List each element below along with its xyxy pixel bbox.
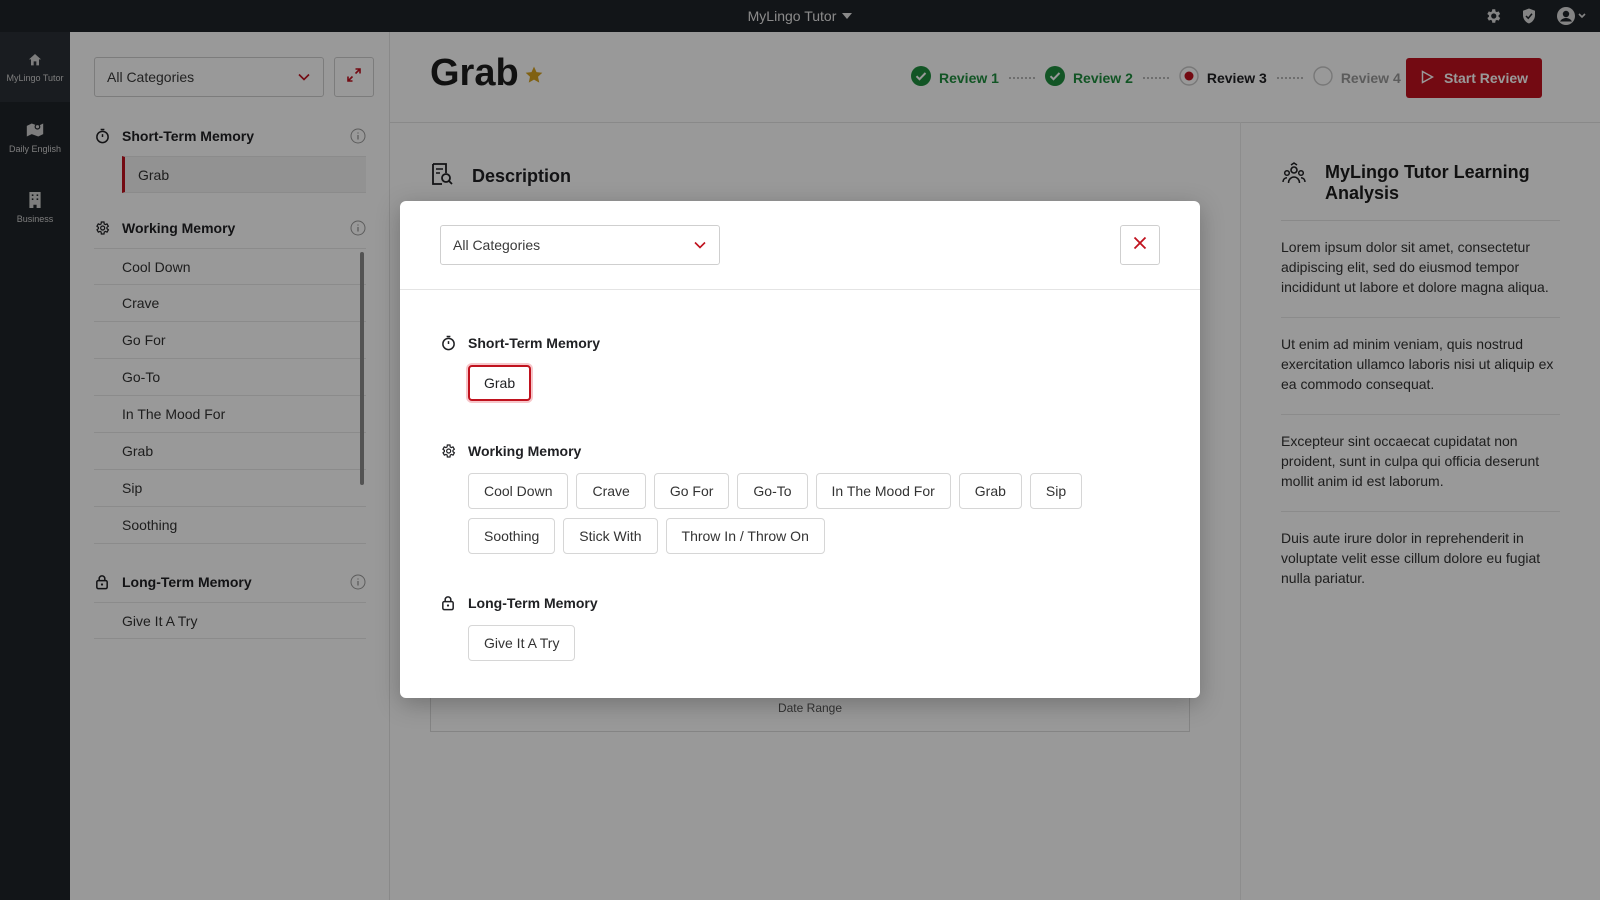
modal-section-title: Working Memory: [468, 443, 582, 459]
category-picker-modal: All Categories Short-Term Memory Grab Wo…: [400, 201, 1200, 698]
chip[interactable]: Cool Down: [468, 473, 569, 509]
chip[interactable]: Give It A Try: [468, 625, 576, 661]
lock-icon: [440, 595, 456, 611]
chip[interactable]: Go For: [653, 473, 730, 509]
modal-section-title: Short-Term Memory: [468, 335, 600, 351]
stopwatch-icon: [440, 335, 456, 351]
chip[interactable]: Throw In / Throw On: [665, 518, 825, 554]
chip[interactable]: In The Mood For: [815, 473, 951, 509]
chip[interactable]: Sip: [1029, 473, 1083, 509]
chip[interactable]: Crave: [576, 473, 646, 509]
close-button[interactable]: [1120, 225, 1160, 265]
chip[interactable]: Grab: [958, 473, 1022, 509]
modal-section-long-term: Long-Term Memory Give It A Try: [440, 593, 1160, 661]
chip[interactable]: Go-To: [737, 473, 808, 509]
chip[interactable]: Soothing: [468, 518, 556, 554]
chevron-down-icon: [693, 238, 707, 252]
modal-section-title: Long-Term Memory: [468, 595, 598, 611]
modal-category-select[interactable]: All Categories: [440, 225, 720, 265]
category-select-value: All Categories: [453, 237, 541, 253]
modal-section-short-term: Short-Term Memory Grab: [440, 333, 1160, 401]
close-icon: [1132, 235, 1148, 256]
chip[interactable]: Stick With: [563, 518, 658, 554]
gear-icon: [440, 443, 456, 459]
chip-grab[interactable]: Grab: [468, 365, 532, 401]
modal-section-working: Working Memory Cool Down Crave Go For Go…: [440, 441, 1160, 554]
